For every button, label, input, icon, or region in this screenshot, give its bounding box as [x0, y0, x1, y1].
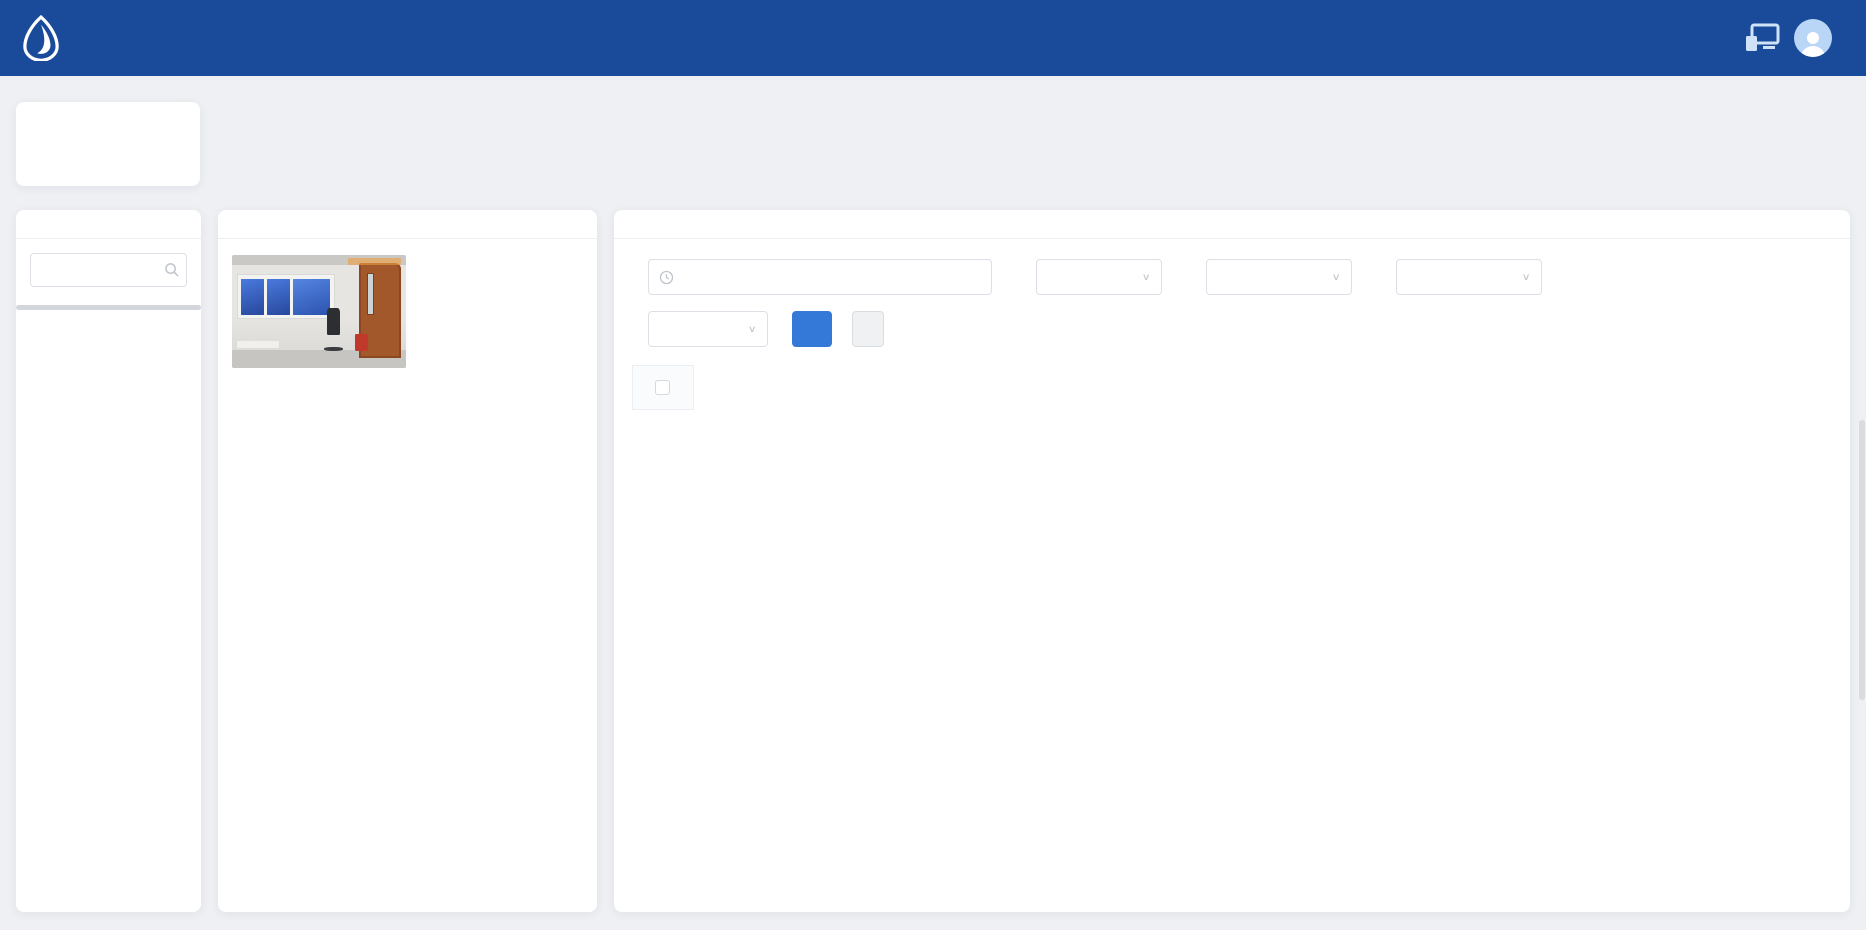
alarm-type-select[interactable]: ∨ [1206, 259, 1352, 295]
list-panel-title [614, 210, 1851, 239]
asiainfo-logo [22, 15, 68, 61]
station-select[interactable]: ∨ [1036, 259, 1162, 295]
chevron-down-icon: ∨ [748, 323, 757, 334]
page-scrollbar[interactable] [1859, 420, 1865, 700]
search-icon [164, 262, 179, 277]
clock-icon [659, 270, 674, 285]
reset-button[interactable] [852, 311, 884, 347]
monitor-devices-icon[interactable] [1744, 23, 1780, 53]
status-select[interactable]: ∨ [1396, 259, 1542, 295]
supervise-select[interactable]: ∨ [648, 311, 768, 347]
monitor-panel-title [218, 210, 597, 239]
tree-scrollbar[interactable] [16, 305, 201, 310]
overview-title-card [16, 102, 200, 186]
alarm-time-range-input[interactable] [648, 259, 992, 295]
chevron-down-icon: ∨ [1332, 271, 1341, 282]
select-all-checkbox[interactable] [655, 380, 670, 395]
monitor-view-panel [218, 210, 597, 912]
region-list-panel [16, 210, 201, 912]
chevron-down-icon: ∨ [1142, 271, 1151, 282]
pagination [614, 410, 1851, 425]
user-avatar[interactable] [1794, 19, 1832, 57]
camera-preview[interactable] [232, 255, 406, 368]
top-navbar [0, 0, 1866, 76]
region-panel-title [16, 210, 201, 239]
overview-cards [16, 102, 1866, 186]
egg-logo-icon [22, 15, 60, 61]
search-button[interactable] [792, 311, 832, 347]
monitor-list-panel: ∨ ∨ ∨ ∨ [614, 210, 1851, 912]
chevron-down-icon: ∨ [1522, 271, 1531, 282]
alarm-table [632, 365, 1833, 410]
